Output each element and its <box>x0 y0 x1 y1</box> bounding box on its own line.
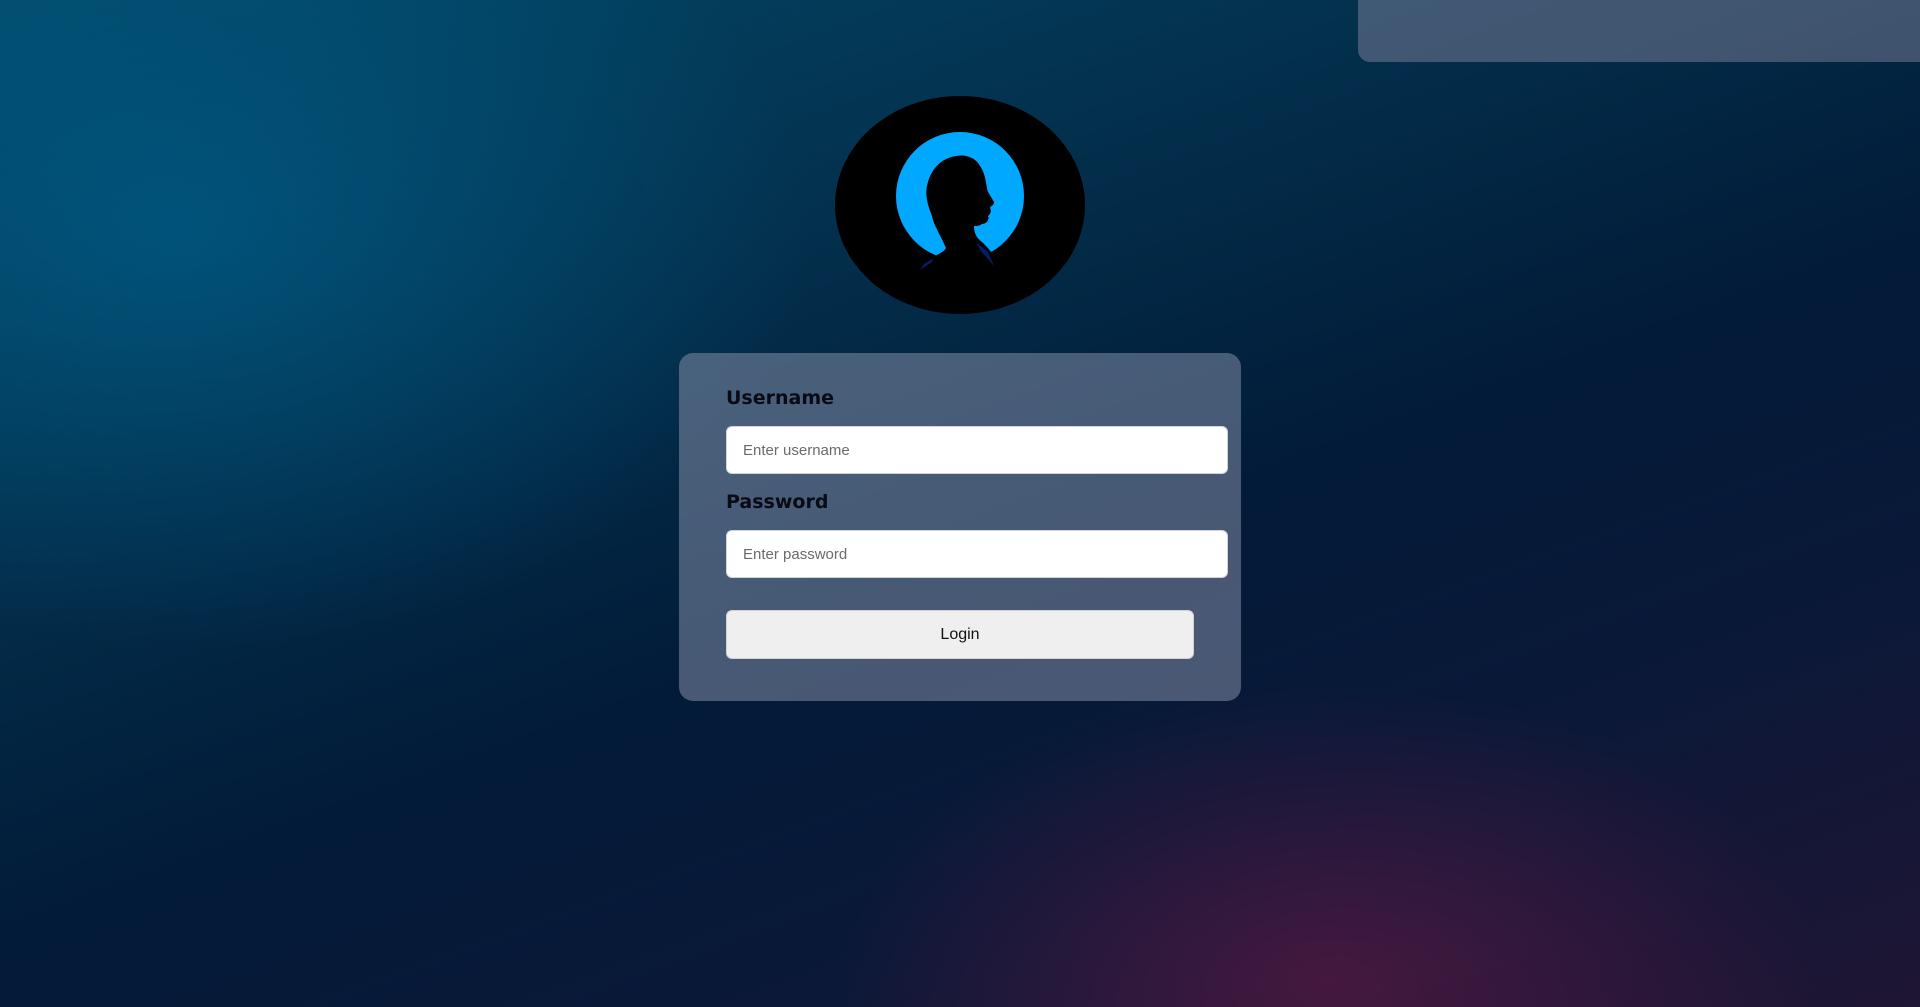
user-silhouette-icon <box>896 132 1024 280</box>
top-banner <box>1358 0 1920 62</box>
password-input[interactable] <box>726 530 1228 578</box>
avatar <box>835 96 1085 314</box>
login-button[interactable]: Login <box>726 610 1194 659</box>
password-label: Password <box>726 491 829 513</box>
username-input[interactable] <box>726 426 1228 474</box>
username-label: Username <box>726 387 835 409</box>
login-form: Username Password Login <box>679 353 1241 701</box>
